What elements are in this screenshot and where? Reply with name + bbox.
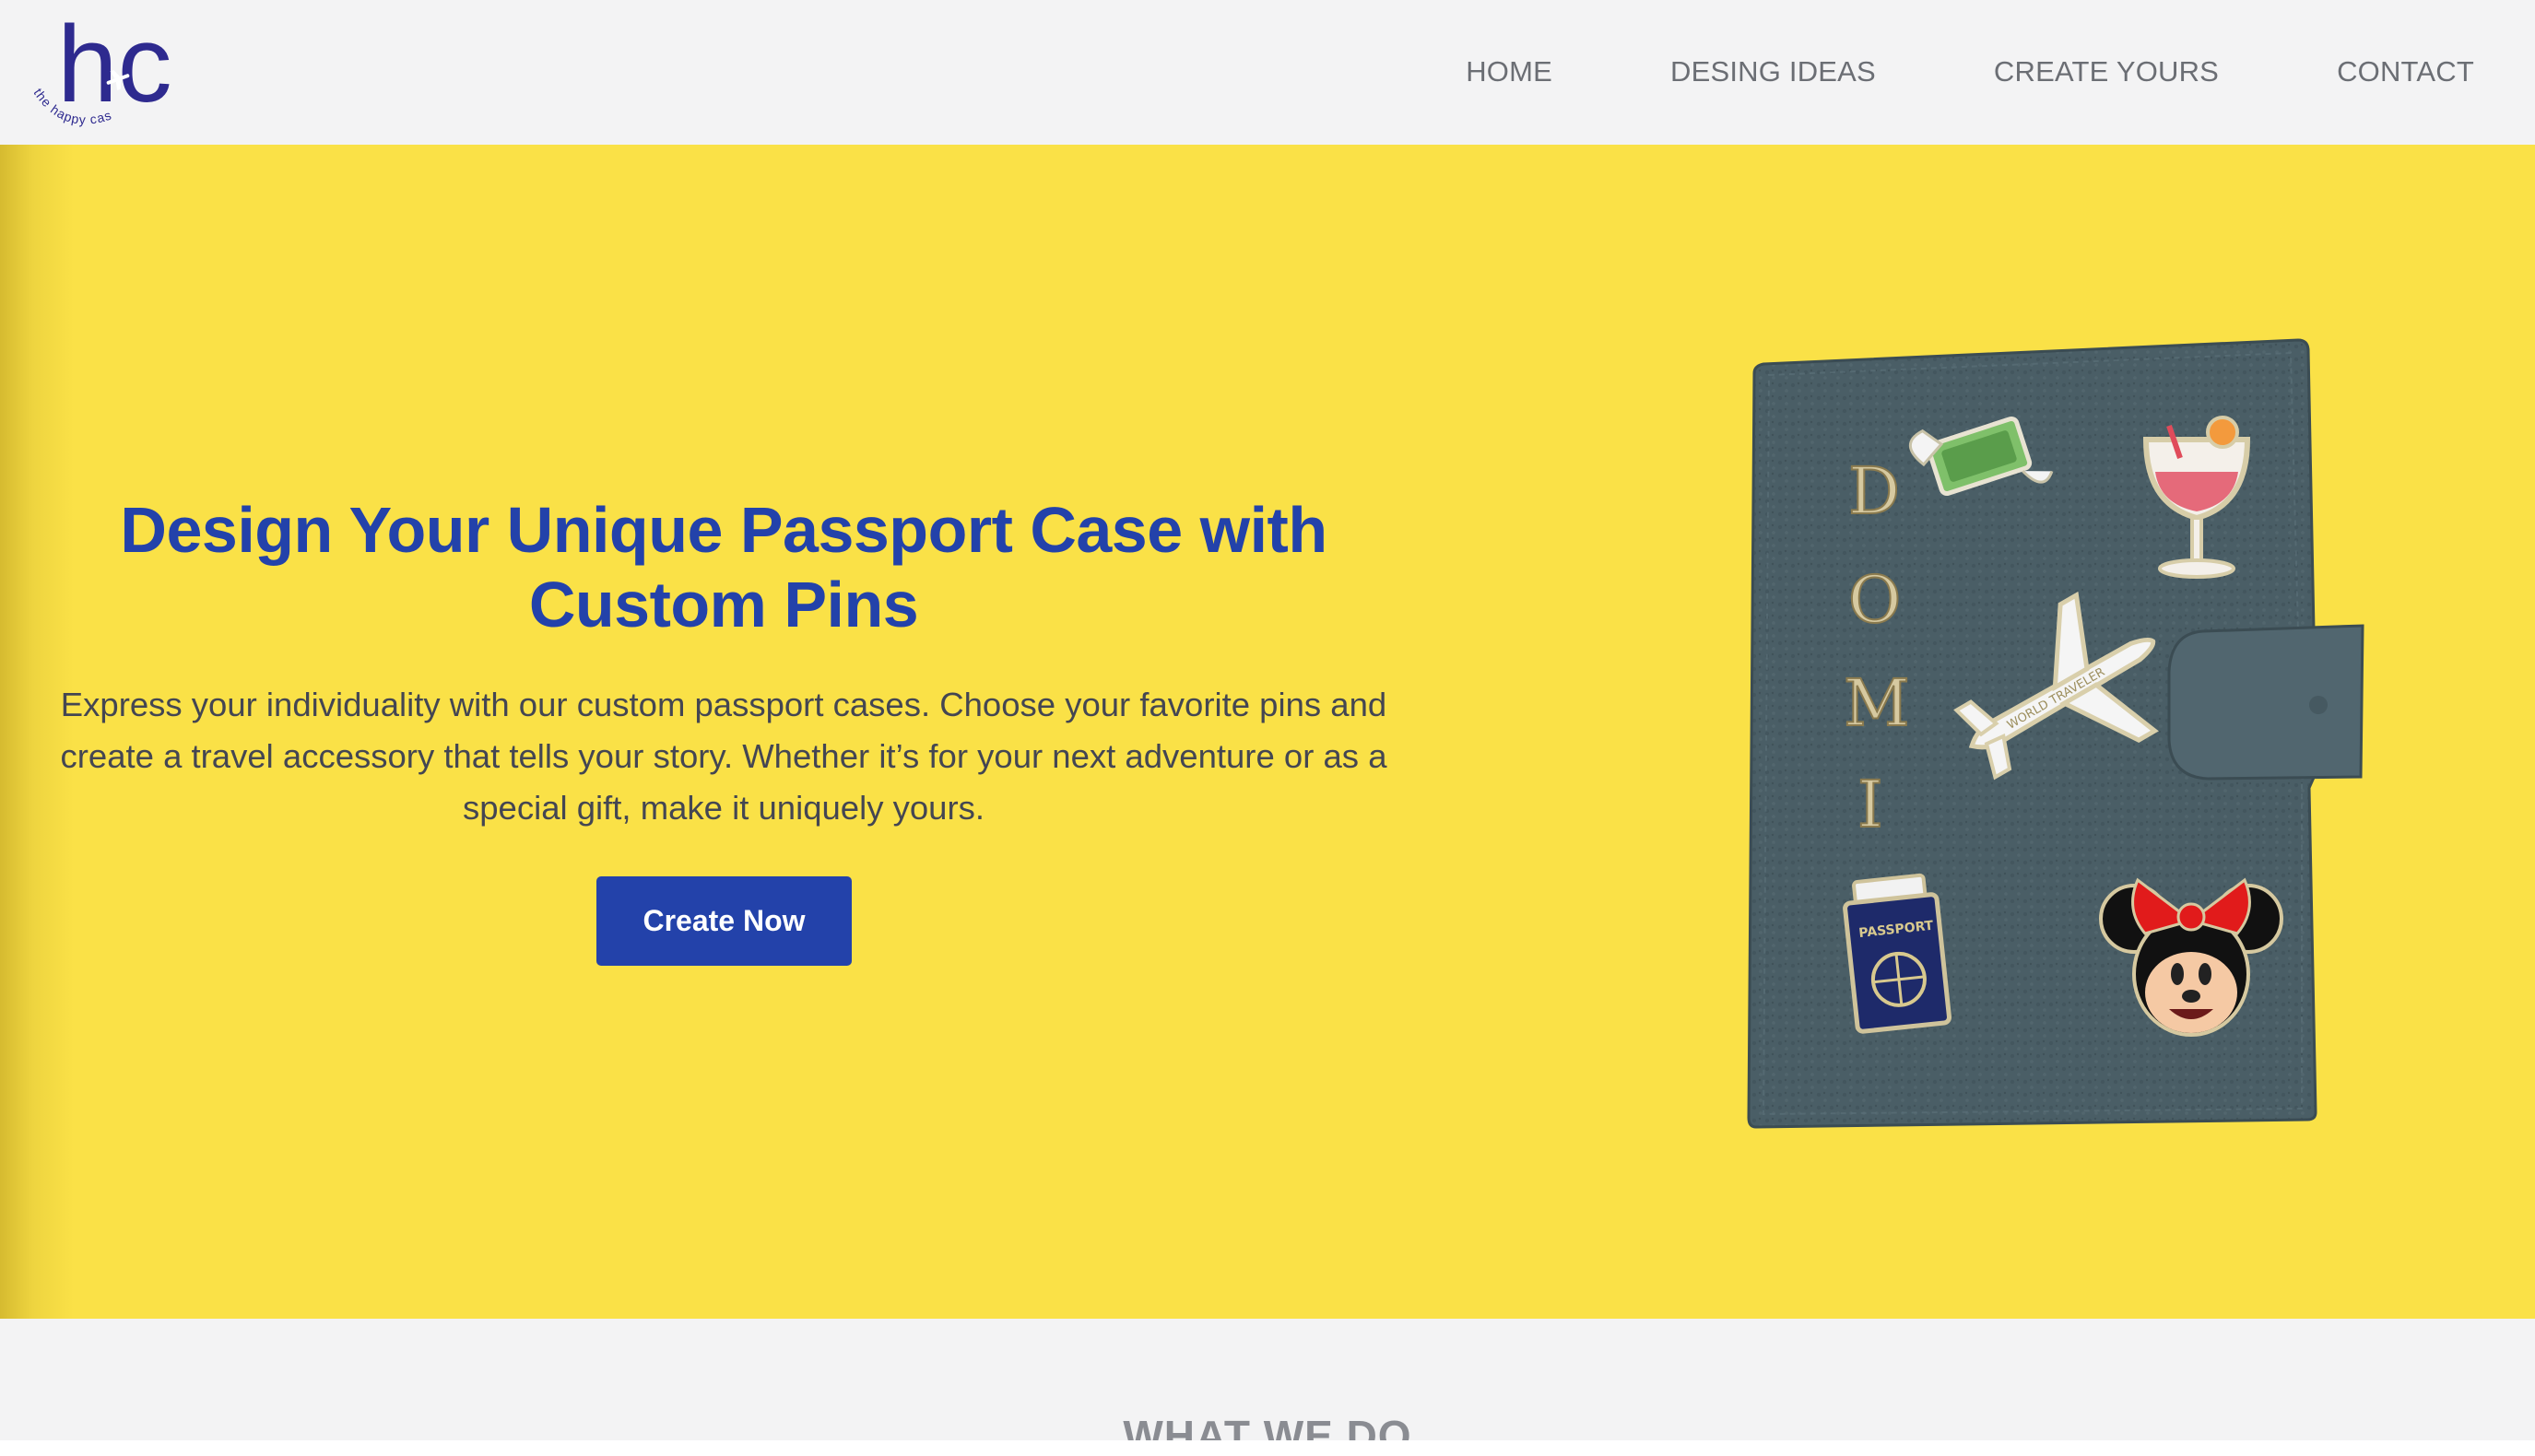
passport-case-image: D O M I WORLD TRAVELER PASSPORT bbox=[1747, 338, 2364, 1129]
case-strap bbox=[2167, 624, 2364, 781]
nav-home[interactable]: HOME bbox=[1466, 55, 1552, 88]
nav-design-ideas[interactable]: DESING IDEAS bbox=[1670, 55, 1876, 88]
passport-pin: PASSPORT bbox=[1843, 873, 1951, 1034]
hero-content: Design Your Unique Passport Case with Cu… bbox=[37, 493, 1410, 834]
happy-case-logo[interactable]: hc the happy case bbox=[26, 9, 183, 134]
create-now-button[interactable]: Create Now bbox=[596, 876, 852, 966]
main-nav: HOME DESING IDEAS CREATE YOURS CONTACT bbox=[1466, 52, 2474, 92]
hero-description: Express your individuality with our cust… bbox=[60, 686, 1387, 827]
hero-section: Design Your Unique Passport Case with Cu… bbox=[0, 145, 2535, 1319]
section-title: WHAT WE DO bbox=[1123, 1412, 1412, 1440]
letter-pin-o: O bbox=[1848, 562, 1901, 638]
nav-create-yours[interactable]: CREATE YOURS bbox=[1994, 55, 2219, 88]
what-we-do-section: WHAT WE DO bbox=[0, 1319, 2535, 1440]
letter-pin-i: I bbox=[1857, 767, 1883, 842]
letter-pin-d: D bbox=[1848, 453, 1900, 529]
letter-pin-m: M bbox=[1844, 665, 1910, 741]
logo-letters: hc bbox=[57, 9, 172, 125]
page-bottom-edge bbox=[0, 1440, 2535, 1456]
site-header: hc the happy case HOME DESING IDEAS CREA… bbox=[0, 0, 2535, 145]
nav-contact[interactable]: CONTACT bbox=[2337, 55, 2474, 88]
hero-title: Design Your Unique Passport Case with Cu… bbox=[120, 494, 1327, 640]
